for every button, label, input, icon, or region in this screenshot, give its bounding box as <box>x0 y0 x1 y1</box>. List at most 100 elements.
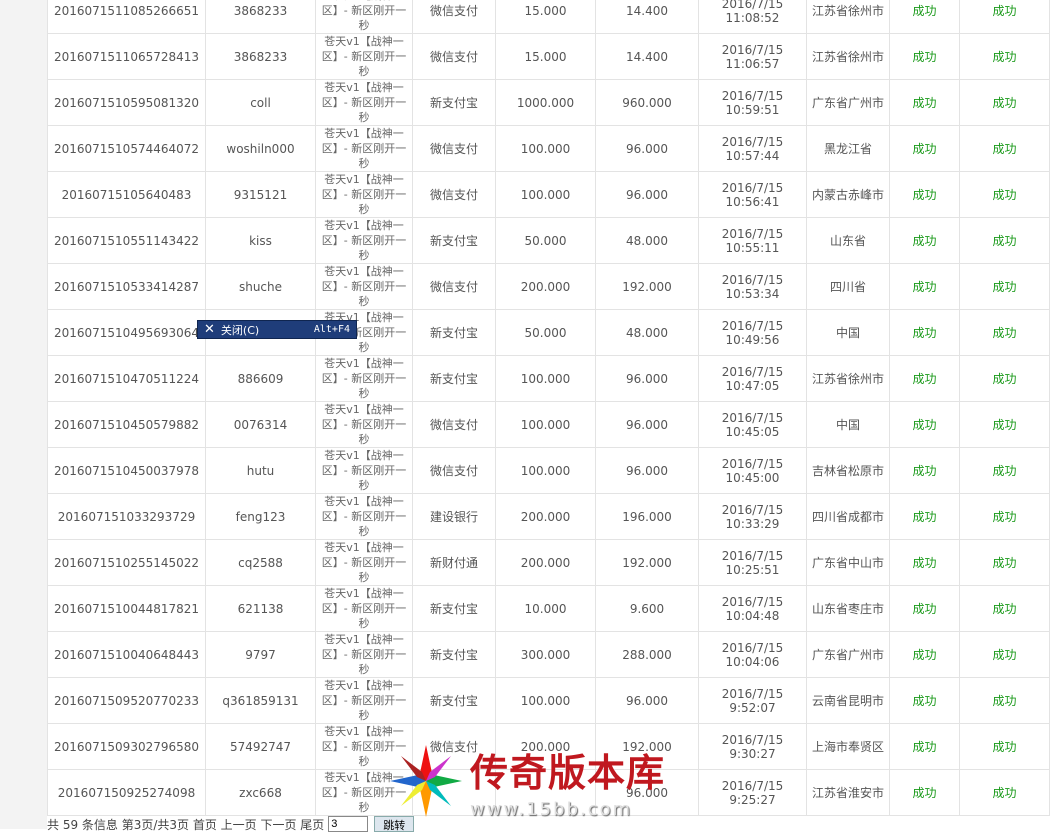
status-cell: 成功 <box>889 171 960 218</box>
payment-method-cell: 新支付宝 <box>412 355 496 402</box>
context-menu[interactable]: ✕ 关闭(C) Alt+F4 <box>197 320 357 339</box>
server-cell: 苍天v1【战神一区】- 新区刚开一秒 <box>315 631 413 678</box>
actual-amount-cell: 96.000 <box>595 447 699 494</box>
status-cell: 成功 <box>889 631 960 678</box>
order-id-cell: 20160715105640483 <box>47 171 206 218</box>
table-body: 20160715110852666513868233苍天v1【战神一区】- 新区… <box>47 0 1050 816</box>
amount-cell: 50.000 <box>495 309 596 356</box>
order-id-cell: 2016071510595081320 <box>47 79 206 126</box>
actual-amount-cell: 96.000 <box>595 171 699 218</box>
server-cell: 苍天v1【战神一区】- 新区刚开一秒 <box>315 125 413 172</box>
user-cell: cq2588 <box>205 539 316 586</box>
table-row: 2016071510040648443 9797 苍天v1【战神一区】- 新区刚开一… <box>47 631 1050 678</box>
amount-cell: 50.000 <box>495 217 596 264</box>
region-cell: 广东省中山市 <box>806 539 890 586</box>
notify-status-cell: 成功 <box>959 79 1050 126</box>
time-cell: 2016/7/15 10:57:44 <box>698 125 807 172</box>
region-cell: 四川省 <box>806 263 890 310</box>
table-row: 2016071510595081320 coll 苍天v1【战神一区】- 新区刚开一… <box>47 79 1050 126</box>
actual-amount-cell: 48.000 <box>595 309 699 356</box>
status-cell: 成功 <box>889 355 960 402</box>
payment-method-cell: 新支付宝 <box>412 631 496 678</box>
order-id-cell: 2016071509520770233 <box>47 677 206 724</box>
time-cell: 2016/7/15 10:25:51 <box>698 539 807 586</box>
user-cell: hutu <box>205 447 316 494</box>
amount-cell: 10.000 <box>495 585 596 632</box>
actual-amount-cell: 96.000 <box>595 355 699 402</box>
table-row: 2016071509520770233 q361859131 苍天v1【战神一区】-… <box>47 677 1050 724</box>
jump-button[interactable]: 跳转 <box>374 816 415 832</box>
payment-method-cell: 微信支付 <box>412 723 496 770</box>
actual-amount-cell: 96.000 <box>595 769 699 816</box>
table-row: 2016071510255145022 cq2588 苍天v1【战神一区】- 新区刚… <box>47 539 1050 586</box>
server-cell: 苍天v1【战神一区】- 新区刚开一秒 <box>315 677 413 724</box>
payment-method-cell <box>412 769 496 816</box>
status-cell: 成功 <box>889 401 960 448</box>
server-cell: 苍天v1【战神一区】- 新区刚开一秒 <box>315 0 413 34</box>
order-id-cell: 2016071510551143422 <box>47 217 206 264</box>
amount-cell: 100.000 <box>495 171 596 218</box>
pagination-info[interactable]: 共 59 条信息 第3页/共3页 首页 上一页 下一页 尾页 <box>47 816 324 833</box>
amount-cell: 200.000 <box>495 539 596 586</box>
table-row: 201607150925274098 zxc668 苍天v1【战神一区】- 新区刚开… <box>47 769 1050 816</box>
notify-status-cell: 成功 <box>959 263 1050 310</box>
notify-status-cell: 成功 <box>959 125 1050 172</box>
region-cell: 四川省成都市 <box>806 493 890 540</box>
time-cell: 2016/7/15 10:04:06 <box>698 631 807 678</box>
notify-status-cell: 成功 <box>959 401 1050 448</box>
time-cell: 2016/7/15 10:45:00 <box>698 447 807 494</box>
status-cell: 成功 <box>889 493 960 540</box>
status-cell: 成功 <box>889 585 960 632</box>
order-id-cell: 2016071511085266651 <box>47 0 206 34</box>
close-menu-label[interactable]: 关闭(C) <box>221 322 259 338</box>
user-cell: 3868233 <box>205 0 316 34</box>
status-cell: 成功 <box>889 217 960 264</box>
table-row: 20160715110852666513868233苍天v1【战神一区】- 新区… <box>47 0 1050 34</box>
amount-cell: 100.000 <box>495 355 596 402</box>
amount-cell: 200.000 <box>495 723 596 770</box>
region-cell: 广东省广州市 <box>806 79 890 126</box>
region-cell: 江苏省徐州市 <box>806 0 890 34</box>
order-id-cell: 2016071510470511224 <box>47 355 206 402</box>
server-cell: 苍天v1【战神一区】- 新区刚开一秒 <box>315 539 413 586</box>
user-cell: 621138 <box>205 585 316 632</box>
server-cell: 苍天v1【战神一区】- 新区刚开一秒 <box>315 401 413 448</box>
user-cell: 57492747 <box>205 723 316 770</box>
region-cell: 江苏省徐州市 <box>806 355 890 402</box>
page-number-input[interactable] <box>328 816 369 832</box>
notify-status-cell: 成功 <box>959 723 1050 770</box>
notify-status-cell: 成功 <box>959 217 1050 264</box>
notify-status-cell: 成功 <box>959 769 1050 816</box>
notify-status-cell: 成功 <box>959 0 1050 34</box>
actual-amount-cell: 196.000 <box>595 493 699 540</box>
order-id-cell: 2016071511065728413 <box>47 33 206 80</box>
table-row: 2016071510044817821 621138 苍天v1【战神一区】- 新区刚… <box>47 585 1050 632</box>
server-cell: 苍天v1【战神一区】- 新区刚开一秒 <box>315 585 413 632</box>
user-cell: woshiln000 <box>205 125 316 172</box>
notify-status-cell: 成功 <box>959 33 1050 80</box>
table-row: 2016071510450037978 hutu 苍天v1【战神一区】- 新区刚开一… <box>47 447 1050 494</box>
region-cell: 中国 <box>806 309 890 356</box>
actual-amount-cell: 288.000 <box>595 631 699 678</box>
status-cell: 成功 <box>889 539 960 586</box>
payment-method-cell: 新财付通 <box>412 539 496 586</box>
payment-method-cell: 建设银行 <box>412 493 496 540</box>
table-row: 20160715105640483 9315121 苍天v1【战神一区】- 新区刚开… <box>47 171 1050 218</box>
time-cell: 2016/7/15 11:06:57 <box>698 33 807 80</box>
time-cell: 2016/7/15 10:49:56 <box>698 309 807 356</box>
amount-cell: 200.000 <box>495 493 596 540</box>
notify-status-cell: 成功 <box>959 355 1050 402</box>
table-row: 201607151033293729 feng123 苍天v1【战神一区】- 新区刚… <box>47 493 1050 540</box>
status-cell: 成功 <box>889 125 960 172</box>
payment-method-cell: 新支付宝 <box>412 79 496 126</box>
time-cell: 2016/7/15 10:45:05 <box>698 401 807 448</box>
notify-status-cell: 成功 <box>959 539 1050 586</box>
recharge-table-wrapper: 20160715110852666513868233苍天v1【战神一区】- 新区… <box>47 0 1050 816</box>
amount-cell: 15.000 <box>495 33 596 80</box>
notify-status-cell: 成功 <box>959 631 1050 678</box>
payment-method-cell: 微信支付 <box>412 401 496 448</box>
region-cell: 黑龙江省 <box>806 125 890 172</box>
order-id-cell: 2016071510044817821 <box>47 585 206 632</box>
payment-method-cell: 新支付宝 <box>412 585 496 632</box>
payment-method-cell: 微信支付 <box>412 447 496 494</box>
